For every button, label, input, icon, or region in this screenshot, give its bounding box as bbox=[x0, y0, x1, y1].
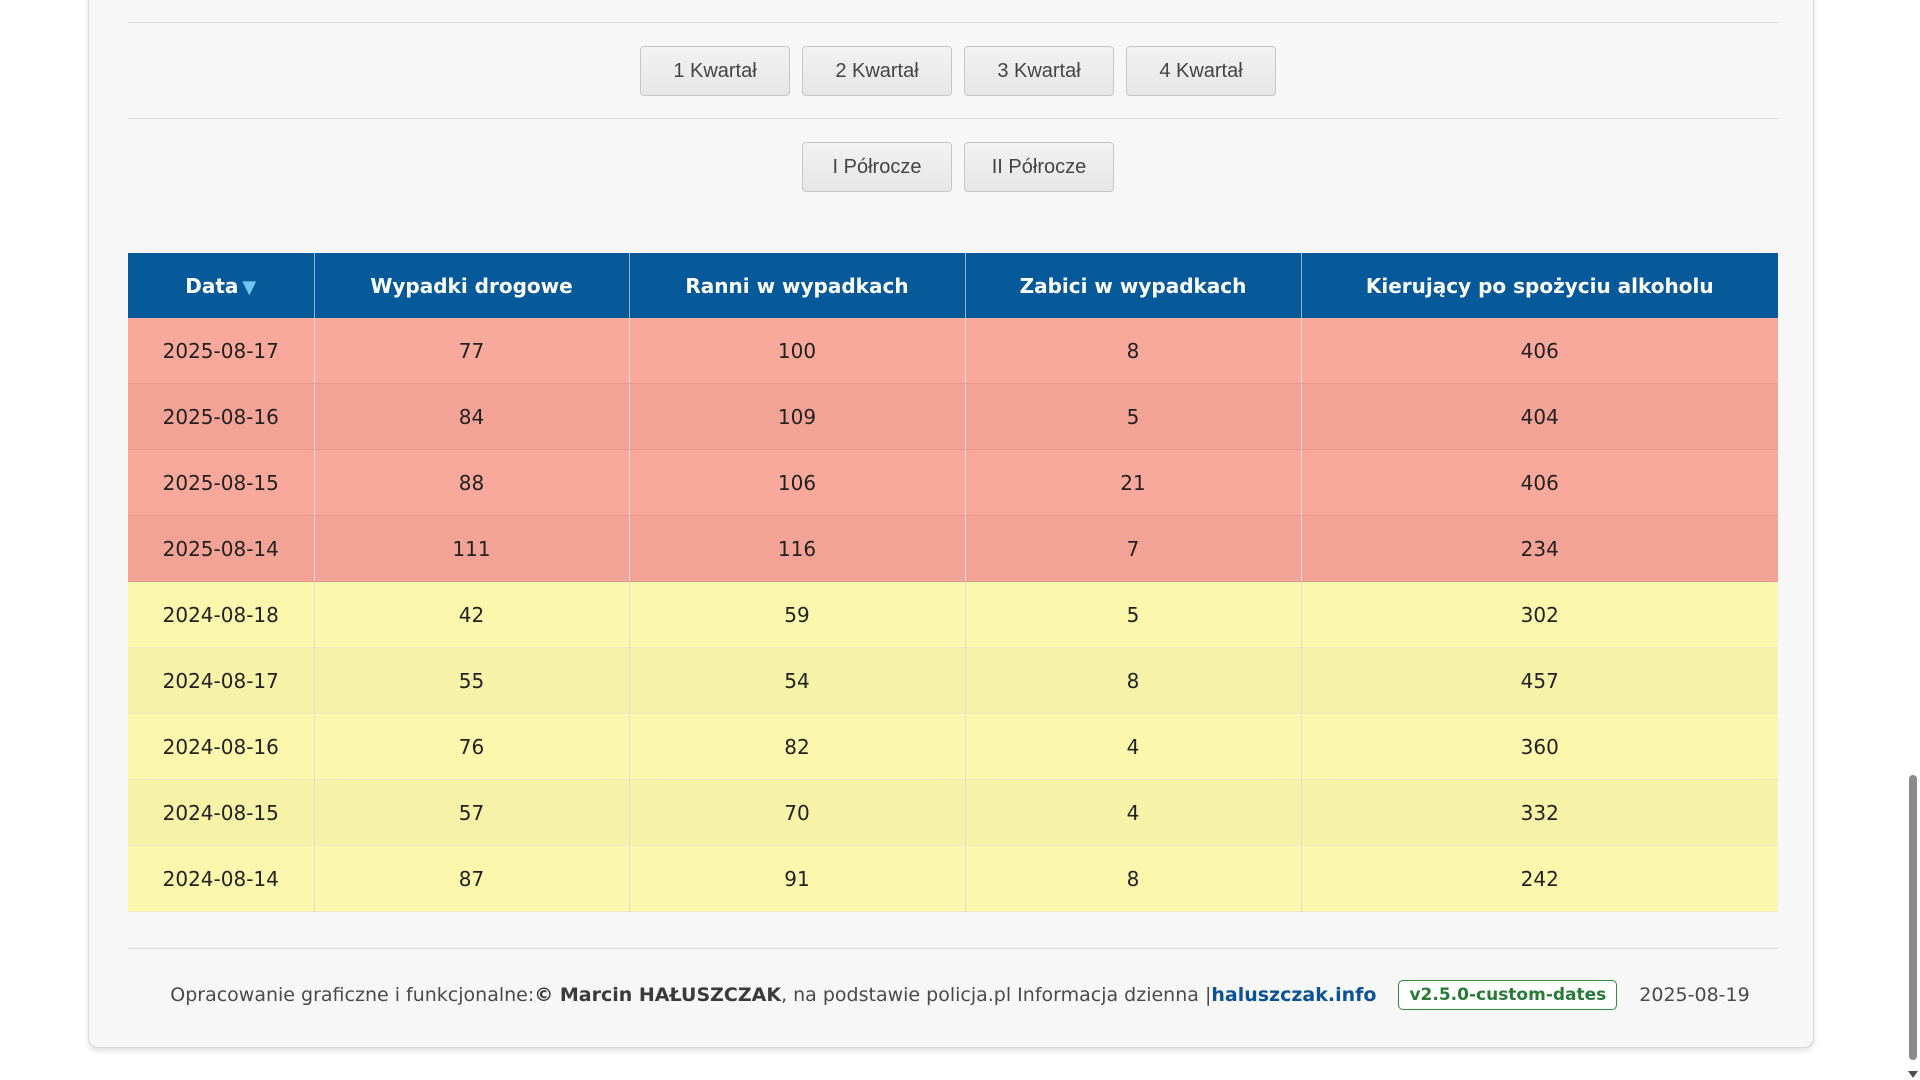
footer-author: © Marcin HAŁUSZCZAK bbox=[534, 984, 782, 1006]
cell-accidents: 76 bbox=[314, 713, 630, 780]
cell-killed: 5 bbox=[965, 383, 1302, 450]
cell-drunk-drivers: 406 bbox=[1301, 318, 1778, 384]
footer-prefix: Opracowanie graficzne i funkcjonalne: bbox=[170, 984, 535, 1006]
table-row: 2025-08-16 84 109 5 404 bbox=[128, 383, 1778, 450]
cell-date: 2025-08-14 bbox=[128, 515, 315, 582]
cell-accidents: 42 bbox=[314, 581, 630, 648]
sort-desc-icon: ▼ bbox=[242, 276, 257, 298]
cell-date: 2024-08-18 bbox=[128, 581, 315, 648]
table-row: 2024-08-18 42 59 5 302 bbox=[128, 581, 1778, 648]
divider-bottom bbox=[128, 948, 1778, 949]
half-year-buttons: I Półrocze II Półrocze bbox=[0, 142, 1918, 192]
cell-accidents: 77 bbox=[314, 318, 630, 384]
cell-date: 2024-08-14 bbox=[128, 845, 315, 912]
cell-injured: 106 bbox=[629, 449, 966, 516]
footer-website-link[interactable]: haluszczak.info bbox=[1211, 984, 1376, 1006]
cell-drunk-drivers: 406 bbox=[1301, 449, 1778, 516]
statistics-table: Data ▼ Wypadki drogowe Ranni w wypadkach … bbox=[128, 253, 1778, 912]
cell-date: 2025-08-16 bbox=[128, 383, 315, 450]
half-year-1-button[interactable]: I Półrocze bbox=[802, 142, 952, 192]
cell-killed: 5 bbox=[965, 581, 1302, 648]
column-header-killed[interactable]: Zabici w wypadkach bbox=[965, 253, 1302, 318]
table-row: 2024-08-16 76 82 4 360 bbox=[128, 713, 1778, 780]
quarter-buttons: 1 Kwartał 2 Kwartał 3 Kwartał 4 Kwartał bbox=[0, 46, 1918, 96]
column-header-date[interactable]: Data ▼ bbox=[128, 253, 315, 318]
column-header-accidents[interactable]: Wypadki drogowe bbox=[314, 253, 630, 318]
cell-killed: 8 bbox=[965, 318, 1302, 384]
cell-injured: 91 bbox=[629, 845, 966, 912]
scroll-down-arrow-icon[interactable] bbox=[1908, 1071, 1918, 1078]
cell-accidents: 111 bbox=[314, 515, 630, 582]
table-row: 2024-08-17 55 54 8 457 bbox=[128, 647, 1778, 714]
cell-accidents: 84 bbox=[314, 383, 630, 450]
divider-middle bbox=[128, 118, 1778, 119]
cell-date: 2025-08-17 bbox=[128, 318, 315, 384]
vertical-scrollbar[interactable] bbox=[1906, 0, 1920, 1080]
cell-injured: 70 bbox=[629, 779, 966, 846]
cell-injured: 59 bbox=[629, 581, 966, 648]
cell-drunk-drivers: 457 bbox=[1301, 647, 1778, 714]
version-badge: v2.5.0-custom-dates bbox=[1398, 980, 1618, 1010]
table-row: 2025-08-15 88 106 21 406 bbox=[128, 449, 1778, 516]
table-row: 2025-08-14 111 116 7 234 bbox=[128, 515, 1778, 582]
cell-injured: 116 bbox=[629, 515, 966, 582]
page: 1 Kwartał 2 Kwartał 3 Kwartał 4 Kwartał … bbox=[0, 0, 1920, 1080]
cell-injured: 82 bbox=[629, 713, 966, 780]
table-row: 2024-08-15 57 70 4 332 bbox=[128, 779, 1778, 846]
cell-drunk-drivers: 404 bbox=[1301, 383, 1778, 450]
quarter-3-button[interactable]: 3 Kwartał bbox=[964, 46, 1114, 96]
cell-date: 2024-08-15 bbox=[128, 779, 315, 846]
cell-killed: 4 bbox=[965, 779, 1302, 846]
cell-drunk-drivers: 302 bbox=[1301, 581, 1778, 648]
cell-date: 2024-08-17 bbox=[128, 647, 315, 714]
cell-drunk-drivers: 360 bbox=[1301, 713, 1778, 780]
cell-accidents: 57 bbox=[314, 779, 630, 846]
cell-drunk-drivers: 332 bbox=[1301, 779, 1778, 846]
cell-date: 2025-08-15 bbox=[128, 449, 315, 516]
cell-killed: 8 bbox=[965, 647, 1302, 714]
cell-drunk-drivers: 234 bbox=[1301, 515, 1778, 582]
cell-injured: 100 bbox=[629, 318, 966, 384]
cell-killed: 21 bbox=[965, 449, 1302, 516]
table-header-row: Data ▼ Wypadki drogowe Ranni w wypadkach … bbox=[128, 253, 1778, 318]
quarter-4-button[interactable]: 4 Kwartał bbox=[1126, 46, 1276, 96]
cell-killed: 4 bbox=[965, 713, 1302, 780]
table-row: 2024-08-14 87 91 8 242 bbox=[128, 845, 1778, 912]
column-header-injured[interactable]: Ranni w wypadkach bbox=[629, 253, 966, 318]
footer-source: , na podstawie policja.pl Informacja dzi… bbox=[781, 984, 1212, 1006]
table-row: 2025-08-17 77 100 8 406 bbox=[128, 318, 1778, 384]
cell-injured: 109 bbox=[629, 383, 966, 450]
footer-date: 2025-08-19 bbox=[1639, 984, 1750, 1006]
cell-accidents: 87 bbox=[314, 845, 630, 912]
cell-drunk-drivers: 242 bbox=[1301, 845, 1778, 912]
footer: Opracowanie graficzne i funkcjonalne: © … bbox=[0, 980, 1920, 1010]
quarter-2-button[interactable]: 2 Kwartał bbox=[802, 46, 952, 96]
scrollbar-thumb[interactable] bbox=[1909, 775, 1917, 1060]
cell-injured: 54 bbox=[629, 647, 966, 714]
divider-top bbox=[128, 22, 1778, 23]
half-year-2-button[interactable]: II Półrocze bbox=[964, 142, 1114, 192]
cell-date: 2024-08-16 bbox=[128, 713, 315, 780]
quarter-1-button[interactable]: 1 Kwartał bbox=[640, 46, 790, 96]
cell-accidents: 55 bbox=[314, 647, 630, 714]
column-header-label: Data bbox=[185, 273, 239, 298]
cell-killed: 7 bbox=[965, 515, 1302, 582]
column-header-drunk-drivers[interactable]: Kierujący po spożyciu alkoholu bbox=[1301, 253, 1778, 318]
cell-killed: 8 bbox=[965, 845, 1302, 912]
cell-accidents: 88 bbox=[314, 449, 630, 516]
